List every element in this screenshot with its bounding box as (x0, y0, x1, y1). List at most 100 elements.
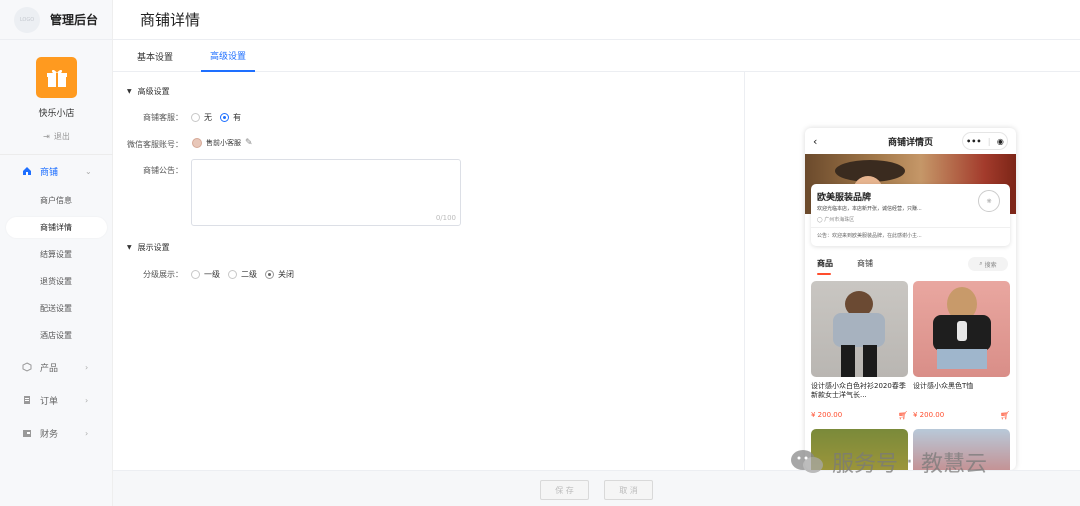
menu-order[interactable]: 订单 › (0, 390, 113, 410)
service-radio-group: 无 有 (191, 112, 241, 123)
service-label: 商铺客服： (143, 113, 183, 122)
radio-level-off-label: 关闭 (278, 270, 294, 279)
preview-shop-location: ◯ 广州市海珠区 (817, 216, 854, 223)
menu-shop-label: 商铺 (40, 167, 59, 178)
product-image (913, 281, 1010, 377)
preview-shop-desc: 欢迎光临本店，本店新开张，诚信经营，只赚... (817, 206, 922, 212)
notice-textarea[interactable]: 0/100 (191, 159, 461, 226)
radio-none[interactable] (191, 113, 200, 122)
level-radio-group: 一级 二级 关闭 (191, 269, 294, 280)
tab-indicator (817, 273, 831, 275)
section-advanced-title: 高级设置 (137, 87, 170, 96)
submenu-return[interactable]: 退货设置 (6, 271, 107, 292)
cart-icon[interactable]: 🛒︎ (898, 411, 908, 420)
wechat-label: 微信客服账号： (127, 140, 183, 149)
brand-emblem-icon: ❋ (978, 190, 1000, 212)
chevron-right-icon: › (85, 428, 89, 438)
service-option-none[interactable]: 无 (191, 112, 212, 123)
phone-search[interactable]: ⌕ 搜索 (968, 257, 1008, 271)
submenu-settlement[interactable]: 结算设置 (6, 244, 107, 265)
section-advanced[interactable]: ▼ 高级设置 (127, 86, 170, 97)
radio-level-off[interactable] (265, 270, 274, 279)
menu-order-label: 订单 (40, 396, 59, 407)
char-counter: 0/100 (435, 214, 456, 222)
preview-notice: 公告：欢迎来到欧美服装品牌，在此感谢小主... (811, 227, 1010, 243)
phone-tab-products[interactable]: 商品 (817, 258, 833, 269)
wechat-logo-icon (790, 449, 824, 475)
location-icon: ◯ (817, 217, 823, 223)
product-name: 设计感小众黑色T恤 (913, 382, 974, 390)
menu-finance-label: 财务 (40, 429, 59, 440)
submenu-shop-detail[interactable]: 商铺详情 (6, 217, 107, 238)
miniprogram-capsule[interactable]: ••• | ◉ (962, 132, 1008, 150)
submenu-hotel[interactable]: 酒店设置 (6, 325, 107, 346)
more-icon[interactable]: ••• (966, 137, 981, 146)
home-icon (22, 166, 32, 176)
product-card[interactable]: 设计感小众白色衬衫2020春季新款女士洋气长... ¥ 200.00 🛒︎ (811, 281, 908, 420)
phone-tab-shop[interactable]: 商铺 (857, 258, 873, 269)
wallet-icon (22, 428, 32, 438)
shop-name: 快乐小店 (38, 109, 75, 119)
menu-divider (0, 154, 113, 155)
service-option-yes[interactable]: 有 (220, 112, 241, 123)
level-label: 分级展示： (143, 270, 183, 279)
phone-preview: ‹ 商铺详情页 ••• | ◉ 欧美服装品牌 欢迎光临本店，本店新开张，诚信经营… (805, 128, 1016, 470)
chevron-down-icon: ⌄ (85, 166, 92, 176)
radio-level-2-label: 二级 (241, 270, 257, 279)
clipboard-icon (22, 395, 32, 405)
brand-logo: LOGO (14, 6, 40, 33)
radio-none-label: 无 (204, 113, 212, 122)
shop-card: 欧美服装品牌 欢迎光临本店，本店新开张，诚信经营，只赚... ◯ 广州市海珠区 … (811, 184, 1010, 246)
save-button[interactable]: 保 存 (540, 480, 589, 500)
product-price: ¥ 200.00 (913, 411, 945, 419)
wechat-name: 售前小客服 (206, 139, 241, 147)
watermark: 服务号 · 教慧云 (790, 446, 987, 478)
wechat-account: 售前小客服 ✎ (192, 138, 253, 148)
cube-icon (22, 362, 32, 372)
sidebar: LOGO 管理后台 快乐小店 ⇥ 退出 商铺 ⌄ 商户信息 商铺详情 结算设置 … (0, 0, 113, 506)
capsule-divider: | (987, 136, 991, 146)
submenu-merchant-info[interactable]: 商户信息 (6, 190, 107, 211)
level-option-off[interactable]: 关闭 (265, 269, 294, 280)
watermark-separator: · (906, 449, 914, 475)
watermark-right: 教慧云 (921, 452, 988, 477)
close-target-icon[interactable]: ◉ (997, 137, 1004, 146)
shop-avatar (36, 57, 77, 98)
brand: LOGO 管理后台 (0, 0, 112, 40)
phone-navbar: ‹ 商铺详情页 ••• | ◉ (805, 128, 1016, 154)
section-display-title: 展示设置 (137, 243, 170, 252)
tab-advanced-settings[interactable]: 高级设置 (201, 40, 255, 72)
phone-nav-title: 商铺详情页 (887, 137, 933, 148)
product-name: 设计感小众白色衬衫2020春季新款女士洋气长... (811, 382, 906, 399)
radio-yes-label: 有 (233, 113, 241, 122)
menu-product-label: 产品 (40, 363, 59, 374)
avatar (192, 138, 202, 148)
cart-icon[interactable]: 🛒︎ (1000, 411, 1010, 420)
chevron-right-icon: › (85, 395, 89, 405)
radio-yes[interactable] (220, 113, 229, 122)
submenu-delivery[interactable]: 配送设置 (6, 298, 107, 319)
tab-basic-settings[interactable]: 基本设置 (127, 40, 183, 72)
cancel-button[interactable]: 取 消 (604, 480, 653, 500)
section-display[interactable]: ▼ 展示设置 (127, 242, 170, 253)
menu-shop[interactable]: 商铺 ⌄ (0, 161, 113, 181)
logout-button[interactable]: ⇥ 退出 (0, 131, 113, 142)
phone-search-label: 搜索 (984, 261, 997, 269)
page-header: 商铺详情 (113, 0, 1080, 40)
menu-finance[interactable]: 财务 › (0, 423, 113, 443)
edit-icon[interactable]: ✎ (245, 138, 253, 148)
radio-level-1[interactable] (191, 270, 200, 279)
radio-level-2[interactable] (228, 270, 237, 279)
notice-label: 商铺公告： (143, 166, 183, 175)
preview-location-text: 广州市海珠区 (824, 217, 855, 223)
tab-bar: 基本设置 高级设置 (113, 40, 1080, 72)
product-card[interactable]: 设计感小众黑色T恤 ¥ 200.00 🛒︎ (913, 281, 1010, 420)
search-icon: ⌕ (979, 260, 983, 267)
back-icon[interactable]: ‹ (813, 135, 817, 148)
level-option-1[interactable]: 一级 (191, 269, 220, 280)
menu-product[interactable]: 产品 › (0, 357, 113, 377)
phone-tabs: 商品 商铺 ⌕ 搜索 (805, 256, 1016, 276)
gift-icon (46, 69, 67, 87)
radio-level-1-label: 一级 (204, 270, 220, 279)
level-option-2[interactable]: 二级 (228, 269, 257, 280)
